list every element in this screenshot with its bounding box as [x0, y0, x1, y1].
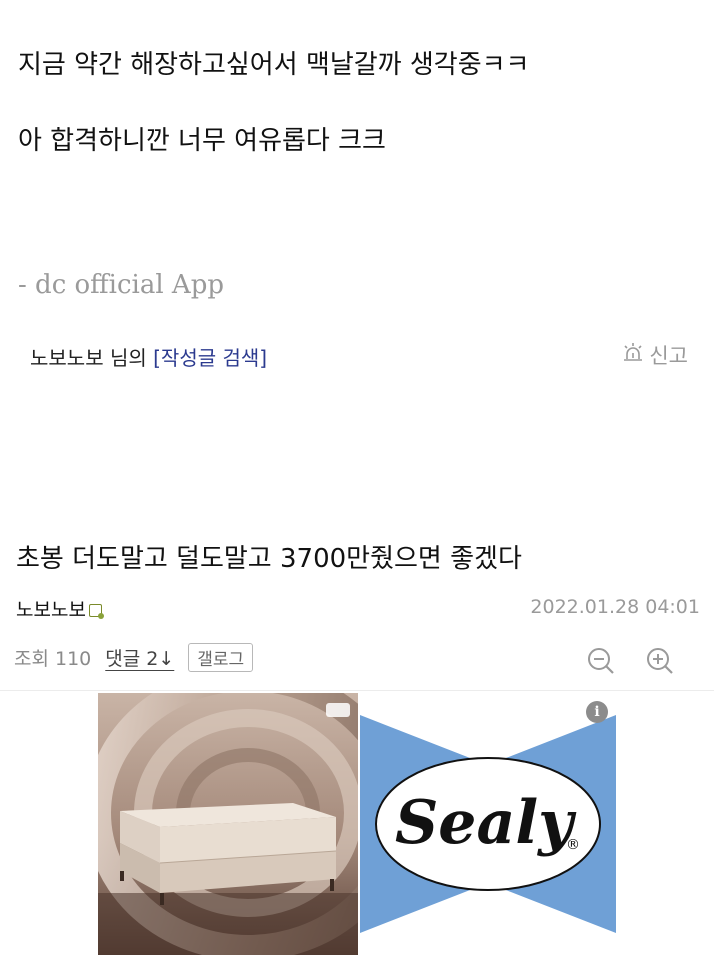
post-author[interactable]: 노보노보	[16, 595, 104, 622]
author-label: 노보노보 님의	[30, 346, 154, 370]
fixed-nick-icon	[88, 604, 104, 619]
nickname: 노보노보	[16, 599, 86, 621]
zoom-in-icon[interactable]	[645, 646, 675, 676]
sealy-logo: Sealy ®	[360, 693, 616, 955]
post-title[interactable]: 초봉 더도말고 덜도말고 3700만줬으면 좋겠다	[16, 538, 522, 575]
search-posts-link[interactable]: [작성글 검색]	[153, 346, 267, 370]
comments-link[interactable]: 댓글 2↓	[105, 644, 174, 671]
app-signature: - dc official App	[18, 270, 224, 300]
siren-icon	[621, 341, 645, 370]
gallog-button[interactable]: 갤로그	[188, 643, 254, 672]
ad-banner[interactable]: Sealy ® i	[98, 693, 616, 955]
brand-text: Sealy	[395, 788, 577, 858]
author-search: 노보노보 님의 [작성글 검색]	[30, 342, 267, 371]
post-body-line-2: 아 합격하니깐 너무 여유롭다 크크	[18, 126, 386, 156]
post-body-line-1: 지금 약간 해장하고싶어서 맥날갈까 생각중ㅋㅋ	[18, 50, 530, 80]
registered-mark: ®	[566, 837, 580, 853]
report-label: 신고	[649, 344, 688, 368]
view-count: 조회 110	[14, 648, 92, 670]
zoom-out-icon[interactable]	[586, 646, 616, 676]
mattress-photo	[98, 693, 358, 955]
ad-info-icon[interactable]: i	[586, 701, 608, 723]
post-date: 2022.01.28 04:01	[530, 596, 700, 618]
post-meta: 조회 110 댓글 2↓ 갤로그	[14, 643, 254, 672]
divider	[0, 690, 714, 691]
report-button[interactable]: 신고	[621, 340, 688, 370]
